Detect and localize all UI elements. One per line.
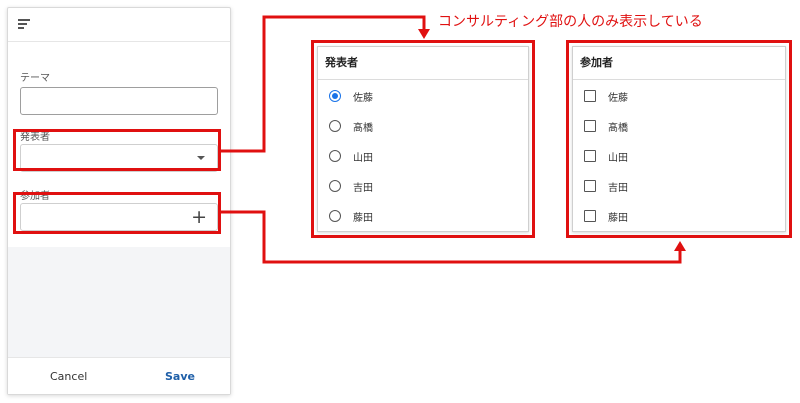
checkbox-icon[interactable] — [584, 120, 596, 132]
participants-option-label: 山田 — [608, 153, 628, 164]
radio-icon[interactable] — [329, 120, 341, 132]
presenter-popup: 発表者 佐藤 髙橋 山田 吉田 藤田 — [311, 40, 535, 238]
radio-selected-icon[interactable] — [329, 90, 341, 102]
participants-option-label: 吉田 — [608, 183, 628, 194]
checkbox-icon[interactable] — [584, 210, 596, 222]
annotation-text: コンサルティング部の人のみ表示している — [438, 14, 703, 30]
presenter-option-label: 佐藤 — [353, 93, 373, 104]
participants-option-label: 髙橋 — [608, 123, 628, 134]
checkbox-icon[interactable] — [584, 180, 596, 192]
radio-icon[interactable] — [329, 180, 341, 192]
presenter-option-label: 吉田 — [353, 183, 373, 194]
participants-option-label: 佐藤 — [608, 93, 628, 104]
participants-popup-inner: 参加者 佐藤 髙橋 山田 吉田 藤田 — [572, 46, 786, 232]
participants-option-label: 藤田 — [608, 213, 628, 224]
presenter-popup-title: 発表者 — [318, 47, 528, 80]
presenter-option-label: 髙橋 — [353, 123, 373, 134]
presenter-option-label: 藤田 — [353, 213, 373, 224]
radio-icon[interactable] — [329, 210, 341, 222]
radio-icon[interactable] — [329, 150, 341, 162]
participants-popup-title: 参加者 — [573, 47, 785, 80]
participants-popup: 参加者 佐藤 髙橋 山田 吉田 藤田 — [566, 40, 792, 238]
checkbox-icon[interactable] — [584, 90, 596, 102]
presenter-popup-inner: 発表者 佐藤 髙橋 山田 吉田 藤田 — [317, 46, 529, 232]
checkbox-icon[interactable] — [584, 150, 596, 162]
presenter-option-label: 山田 — [353, 153, 373, 164]
